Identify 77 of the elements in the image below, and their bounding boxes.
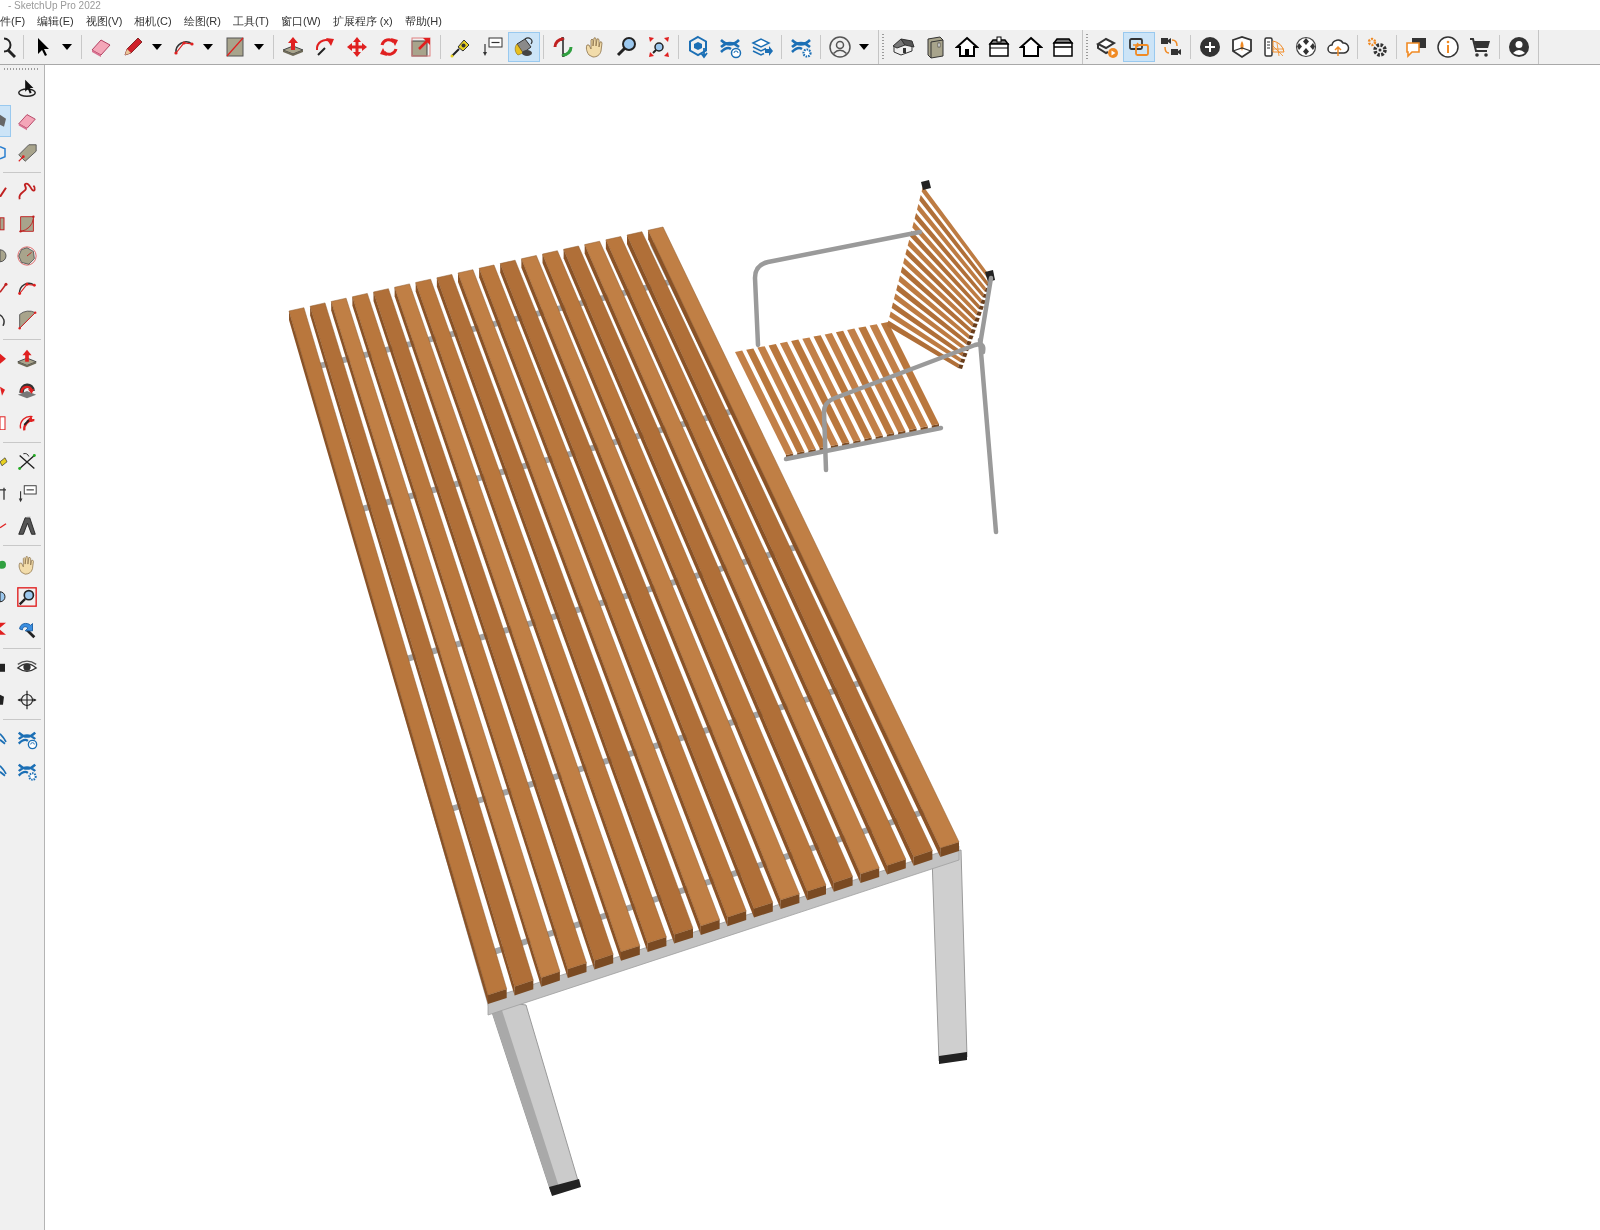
partial-tool-icon [0, 313, 5, 327]
orbit-icon [551, 35, 575, 59]
menu-item[interactable]: 帮助(H) [404, 13, 442, 28]
paint-bucket-icon [512, 35, 536, 59]
scale-icon [409, 35, 433, 59]
3d-text-icon [16, 515, 38, 537]
swap-windows-button[interactable] [1123, 32, 1155, 62]
zoom-extents-icon [647, 35, 671, 59]
partial-tool-icon [0, 733, 7, 745]
polygon-icon [16, 245, 38, 267]
partial-tool-icon [0, 765, 7, 777]
move-arrows-icon [345, 35, 369, 59]
ruler-fan-icon [1262, 35, 1286, 59]
partial-tool-icon [0, 694, 5, 706]
window-title: - SketchUp Pro 2022 [8, 0, 101, 11]
partial-tool-icon [0, 385, 6, 397]
menu-item[interactable]: 工具(T) [232, 13, 269, 28]
partial-tool-icon [0, 217, 5, 231]
partial-tool-icon [0, 622, 7, 636]
paint-bucket-button[interactable] [508, 32, 540, 62]
magnifier-icon [615, 35, 639, 59]
rotated-rectangle-icon [16, 213, 38, 235]
caret-icon[interactable] [62, 44, 72, 50]
tag-icon [16, 142, 38, 164]
house-outline-icon [1019, 35, 1043, 59]
pencil-icon [121, 35, 145, 59]
settings-icon [1365, 35, 1389, 59]
info-icon [1436, 35, 1460, 59]
partial-tool-icon [0, 663, 6, 673]
building-icon [987, 35, 1011, 59]
building-icon [1051, 35, 1075, 59]
account-icon [1507, 35, 1531, 59]
crossed-lines-icon [16, 451, 38, 473]
house-icon [955, 35, 979, 59]
push-pull-icon [281, 35, 305, 59]
menu-item[interactable]: 编辑(E) [37, 13, 74, 28]
scene-play-icon [1095, 35, 1119, 59]
menu-item[interactable]: 件(F) [0, 13, 26, 28]
rectangle-icon [223, 35, 247, 59]
partial-tool-icon [0, 457, 8, 467]
partial-tool-icon [0, 114, 7, 128]
partial-tool-icon [0, 487, 7, 501]
partial-tool-icon [0, 523, 7, 529]
menu-item[interactable]: 扩展程序 (x) [332, 13, 393, 28]
menu-item[interactable]: 相机(C) [134, 13, 172, 28]
partial-tool-icon [0, 560, 7, 570]
push-pull-icon [16, 348, 38, 370]
crosshair-icon [16, 689, 38, 711]
partial-tool-icon [0, 249, 7, 263]
menu-item[interactable]: 视图(V) [85, 13, 123, 28]
cube-download-icon [686, 35, 710, 59]
partial-tool-icon [0, 146, 6, 160]
partial-tool-icon [0, 353, 7, 365]
partial-tool-icon [0, 282, 9, 294]
caret-icon[interactable] [859, 44, 869, 50]
text-label-icon [16, 483, 38, 505]
rotate-arrows-icon [377, 35, 401, 59]
partial-tool-icon [0, 591, 6, 603]
pie-icon [16, 309, 38, 331]
chat-icon [1404, 35, 1428, 59]
menu-item[interactable]: 窗口(W) [281, 13, 321, 28]
partial-tool-icon [0, 415, 6, 431]
caret-icon[interactable] [203, 44, 213, 50]
patterned-ball-icon [1294, 35, 1318, 59]
swap-windows-icon [1127, 35, 1151, 59]
lasso-select-icon [16, 78, 38, 100]
cart-icon [1468, 35, 1492, 59]
layers-arrow-icon [750, 35, 774, 59]
partial-tool-icon [0, 186, 7, 198]
zoom-window-icon [16, 586, 38, 608]
caret-icon[interactable] [254, 44, 264, 50]
user-icon [828, 35, 852, 59]
plus-circle-icon [1198, 35, 1222, 59]
magnifier-icon [4, 35, 16, 59]
shield-icon [1230, 35, 1254, 59]
caret-icon[interactable] [152, 44, 162, 50]
menu-item[interactable]: 绘图(R) [183, 13, 221, 28]
